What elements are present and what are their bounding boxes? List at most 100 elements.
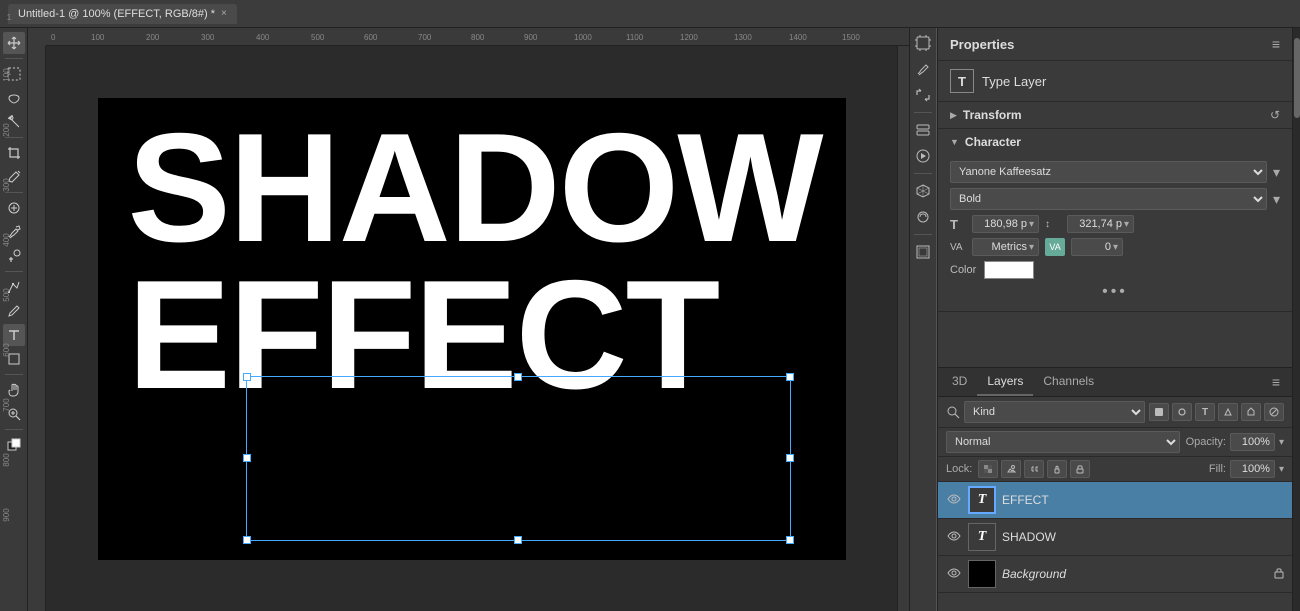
font-size-input[interactable] — [977, 218, 1027, 230]
blend-mode-select[interactable]: Normal — [946, 431, 1180, 453]
lock-transparent-icon[interactable] — [978, 460, 998, 478]
canvas-text-shadow: SHADOW EFFECT — [128, 118, 822, 413]
leading-input-group[interactable]: ▾ — [1067, 215, 1134, 233]
properties-panel-header: Properties ≡ — [938, 28, 1292, 61]
lock-all-icon[interactable] — [1070, 460, 1090, 478]
layer-name-effect: EFFECT — [1002, 493, 1284, 507]
layer-item-background[interactable]: Background — [938, 556, 1292, 593]
artboard-tool[interactable] — [912, 32, 934, 54]
transform-arrow: ▶ — [950, 110, 957, 121]
handle-middle-left[interactable] — [243, 454, 251, 462]
kerning-input[interactable] — [1076, 241, 1111, 253]
fill-input[interactable] — [1230, 460, 1275, 478]
history-tool[interactable] — [912, 119, 934, 141]
handle-middle-right[interactable] — [786, 454, 794, 462]
svg-text:500: 500 — [311, 33, 325, 42]
tab-close-button[interactable]: × — [221, 8, 227, 19]
type-layer-section: T Type Layer — [938, 61, 1292, 102]
layers-panel-menu[interactable]: ≡ — [1264, 370, 1288, 394]
filter-smart-icon[interactable] — [1241, 403, 1261, 421]
canvas-v-scrollbar[interactable] — [897, 46, 909, 611]
vertical-ruler: 1 1 100 200 300 400 500 600 700 800 900 — [28, 46, 46, 611]
font-style-chevron[interactable]: ▾ — [1273, 191, 1280, 208]
character-section: ▼ Character Yanone Kaffeesatz ▾ Bold ▾ — [938, 129, 1292, 312]
properties-menu-icon[interactable]: ≡ — [1272, 36, 1280, 52]
kind-select[interactable]: Kind — [964, 401, 1145, 423]
canvas-content[interactable]: SHADOW EFFECT — [98, 98, 846, 560]
frame-tool[interactable] — [912, 241, 934, 263]
transform-header[interactable]: ▶ Transform ↺ — [938, 102, 1292, 128]
svg-text:100: 100 — [91, 33, 105, 42]
color-swatch[interactable] — [984, 261, 1034, 279]
layer-item-effect[interactable]: T EFFECT — [938, 482, 1292, 519]
layer-eye-effect[interactable] — [946, 493, 962, 507]
color-swap-tool[interactable] — [912, 84, 934, 106]
scrollbar-thumb[interactable] — [1294, 38, 1300, 118]
font-family-select[interactable]: Yanone Kaffeesatz — [950, 161, 1267, 183]
lock-artboard-icon[interactable] — [1024, 460, 1044, 478]
layer-item-shadow[interactable]: T SHADOW — [938, 519, 1292, 556]
document-tab[interactable]: Untitled-1 @ 100% (EFFECT, RGB/8#) * × — [8, 4, 237, 24]
font-style-select[interactable]: Bold — [950, 188, 1267, 210]
tab-layers[interactable]: Layers — [977, 368, 1033, 396]
font-size-icon: T — [950, 217, 966, 232]
handle-bottom-middle[interactable] — [514, 536, 522, 544]
color-label: Color — [950, 264, 976, 276]
kerning-icon: VA — [1045, 238, 1065, 256]
text-line2: EFFECT — [128, 257, 822, 412]
blend-mode-row: Normal Opacity: ▾ — [938, 428, 1292, 457]
opacity-chevron[interactable]: ▾ — [1279, 437, 1284, 448]
fill-chevron[interactable]: ▾ — [1279, 464, 1284, 475]
tracking-input[interactable] — [977, 241, 1027, 253]
svg-text:600: 600 — [364, 33, 378, 42]
lock-position-icon[interactable] — [1047, 460, 1067, 478]
font-family-chevron[interactable]: ▾ — [1273, 164, 1280, 181]
font-size-input-group[interactable]: ▾ — [972, 215, 1039, 233]
filter-adjustment-icon[interactable] — [1172, 403, 1192, 421]
svg-text:0: 0 — [51, 33, 56, 42]
leading-input[interactable] — [1072, 218, 1122, 230]
transform-section: ▶ Transform ↺ — [938, 102, 1292, 129]
layer-eye-background[interactable] — [946, 567, 962, 581]
ruler-h-wrap: 0 100 200 300 400 500 600 700 800 900 10… — [28, 28, 909, 46]
layer-thumb-effect: T — [968, 486, 996, 514]
kerning-stepper[interactable]: ▾ — [1113, 242, 1118, 253]
tracking-input-group[interactable]: ▾ — [972, 238, 1039, 256]
text-line1: SHADOW — [128, 118, 822, 258]
tab-3d[interactable]: 3D — [942, 368, 977, 396]
character-header[interactable]: ▼ Character — [938, 129, 1292, 155]
lock-icons — [978, 460, 1090, 478]
tracking-stepper[interactable]: ▾ — [1029, 242, 1034, 253]
font-size-stepper[interactable]: ▾ — [1029, 219, 1034, 230]
layers-filter-toolbar: Kind T — [938, 397, 1292, 428]
transform-refresh[interactable]: ↺ — [1270, 108, 1280, 122]
leading-stepper[interactable]: ▾ — [1124, 219, 1129, 230]
filter-shape-icon[interactable] — [1218, 403, 1238, 421]
smart-object-tool[interactable] — [912, 206, 934, 228]
layer-lock-icon-background — [1274, 567, 1284, 582]
kerning-input-group[interactable]: ▾ — [1071, 238, 1123, 256]
actions-tool[interactable] — [912, 145, 934, 167]
lock-label: Lock: — [946, 463, 972, 475]
svg-text:1200: 1200 — [680, 33, 698, 42]
character-arrow: ▼ — [950, 137, 959, 147]
svg-text:1000: 1000 — [574, 33, 592, 42]
type-icon-box: T — [950, 69, 974, 93]
opacity-input[interactable] — [1230, 433, 1275, 451]
3d-tool[interactable] — [912, 180, 934, 202]
size-leading-row: T ▾ ↕ ▾ — [950, 215, 1280, 233]
svg-text:900: 900 — [524, 33, 538, 42]
filter-off-icon[interactable] — [1264, 403, 1284, 421]
handle-bottom-right[interactable] — [786, 536, 794, 544]
panel-scrollbar[interactable] — [1292, 28, 1300, 611]
top-bar: Untitled-1 @ 100% (EFFECT, RGB/8#) * × — [0, 0, 1300, 28]
tab-channels[interactable]: Channels — [1033, 368, 1104, 396]
layer-eye-shadow[interactable] — [946, 530, 962, 544]
handle-bottom-left[interactable] — [243, 536, 251, 544]
font-family-row: Yanone Kaffeesatz ▾ — [950, 161, 1280, 183]
more-options-button[interactable]: ••• — [950, 279, 1280, 305]
lock-image-icon[interactable] — [1001, 460, 1021, 478]
brush-preset-tool[interactable] — [912, 58, 934, 80]
filter-type-icon[interactable]: T — [1195, 403, 1215, 421]
filter-pixel-icon[interactable] — [1149, 403, 1169, 421]
